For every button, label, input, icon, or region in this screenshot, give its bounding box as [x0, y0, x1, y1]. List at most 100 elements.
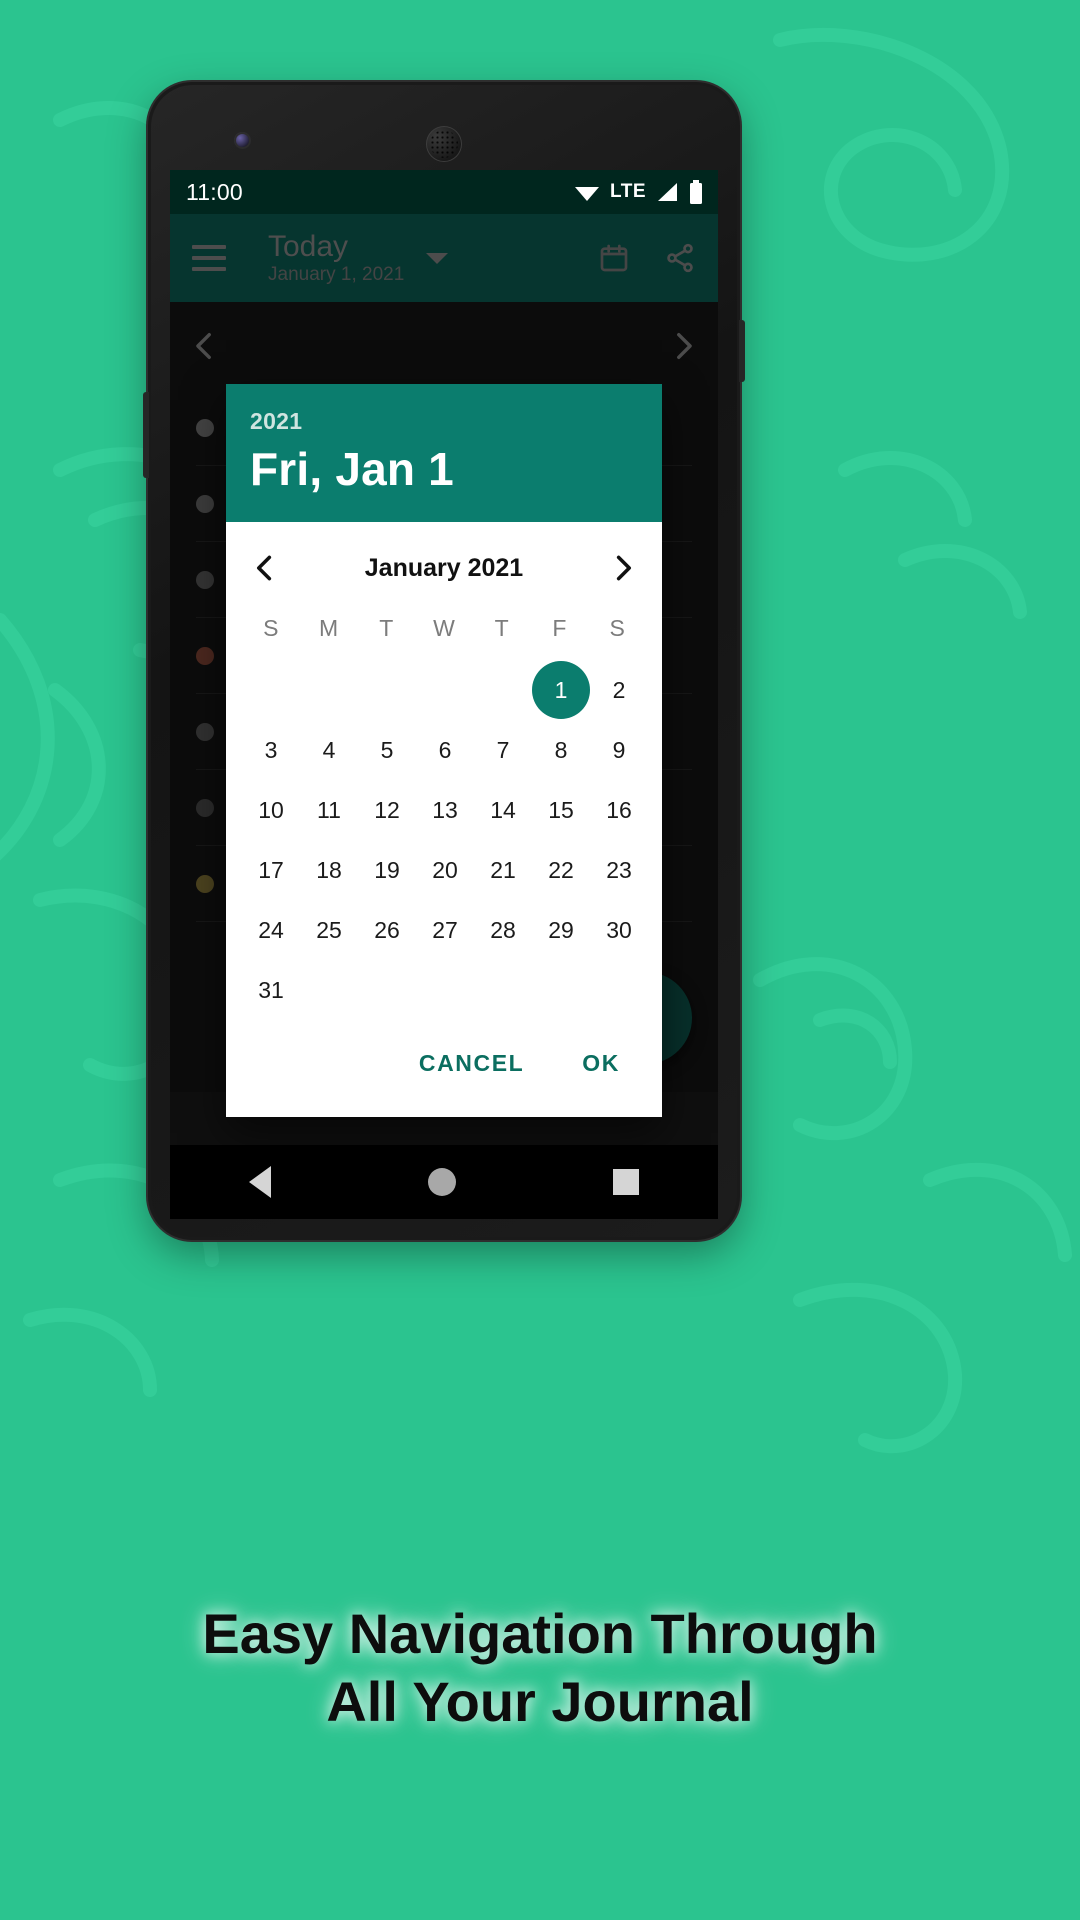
next-month-chevron-right-icon[interactable] — [608, 553, 638, 583]
phone-screen: 11:00 LTE Today January 1, 2021 2021 Fri… — [170, 170, 718, 1145]
selected-year-label[interactable]: 2021 — [250, 408, 638, 435]
calendar-day-cell[interactable]: 13 — [416, 780, 474, 840]
signal-icon — [658, 183, 677, 201]
calendar-day-cell[interactable]: 10 — [242, 780, 300, 840]
calendar-day-cell[interactable]: 29 — [532, 900, 590, 960]
calendar-day-empty — [358, 960, 416, 1020]
calendar-day-cell[interactable]: 28 — [474, 900, 532, 960]
calendar-day-label: 25 — [316, 916, 342, 943]
calendar-day-label — [474, 961, 532, 1019]
current-month-label: January 2021 — [364, 553, 524, 582]
calendar-day-label — [474, 661, 532, 719]
calendar-day-empty — [474, 660, 532, 720]
calendar-day-cell[interactable]: 3 — [242, 720, 300, 780]
calendar-day-cell[interactable]: 24 — [242, 900, 300, 960]
lte-label: LTE — [610, 181, 646, 202]
calendar-day-label: 21 — [490, 856, 516, 883]
square-recents-icon[interactable] — [613, 1169, 640, 1195]
calendar-day-label: 17 — [258, 856, 284, 883]
calendar-day-cell[interactable]: 17 — [242, 840, 300, 900]
calendar-day-cell[interactable]: 21 — [474, 840, 532, 900]
weekday-header-row: SMTWTFS — [242, 602, 646, 654]
calendar-day-cell[interactable]: 19 — [358, 840, 416, 900]
calendar-day-label: 13 — [432, 796, 458, 823]
calendar-day-cell[interactable]: 18 — [300, 840, 358, 900]
calendar-day-cell[interactable]: 6 — [416, 720, 474, 780]
calendar-week-row: 3 4 5 6 7 8 9 — [242, 720, 646, 780]
calendar-week-row: 12 — [242, 660, 646, 720]
calendar-day-label: 26 — [374, 916, 400, 943]
calendar-day-label: 15 — [548, 796, 574, 823]
calendar-day-cell[interactable]: 31 — [242, 960, 300, 1020]
calendar-day-cell[interactable]: 15 — [532, 780, 590, 840]
calendar-day-cell[interactable]: 2 — [590, 660, 648, 720]
calendar-day-label — [358, 661, 416, 719]
ok-button[interactable]: OK — [560, 1036, 642, 1091]
calendar-day-cell[interactable]: 20 — [416, 840, 474, 900]
calendar-day-label: 5 — [380, 736, 394, 763]
calendar-day-cell[interactable]: 8 — [532, 720, 590, 780]
calendar-day-empty — [358, 660, 416, 720]
calendar-day-label: 30 — [606, 916, 632, 943]
calendar-day-empty — [416, 660, 474, 720]
calendar-day-label: 24 — [258, 916, 284, 943]
earpiece-speaker-icon — [426, 126, 462, 162]
calendar-day-label — [532, 961, 590, 1019]
calendar-day-cell[interactable]: 22 — [532, 840, 590, 900]
status-bar-clock: 11:00 — [186, 178, 243, 205]
calendar-day-label: 16 — [606, 796, 632, 823]
calendar-week-row: 24 25 26 27 28 29 30 — [242, 900, 646, 960]
weekday-label: T — [379, 615, 394, 641]
calendar-day-cell[interactable]: 12 — [358, 780, 416, 840]
battery-icon — [690, 180, 702, 204]
triangle-back-icon[interactable] — [248, 1166, 271, 1198]
calendar-day-cell[interactable]: 25 — [300, 900, 358, 960]
calendar-week-row: 17 18 19 20 21 22 23 — [242, 840, 646, 900]
calendar-day-empty — [300, 960, 358, 1020]
calendar-day-label: 20 — [432, 856, 458, 883]
calendar-day-label: 28 — [490, 916, 516, 943]
calendar-day-label: 14 — [490, 796, 516, 823]
calendar-day-cell[interactable]: 23 — [590, 840, 648, 900]
calendar-day-label: 4 — [322, 736, 336, 763]
weekday-label: M — [318, 615, 339, 641]
circle-home-icon[interactable] — [427, 1168, 456, 1196]
volume-button[interactable] — [143, 392, 149, 478]
calendar-day-label: 18 — [316, 856, 342, 883]
calendar-day-label: 9 — [612, 736, 626, 763]
calendar-day-cell[interactable]: 11 — [300, 780, 358, 840]
calendar-day-selected[interactable]: 1 — [532, 660, 590, 720]
calendar-day-label: 8 — [554, 736, 568, 763]
calendar-day-cell[interactable]: 27 — [416, 900, 474, 960]
calendar-day-label: 29 — [548, 916, 574, 943]
calendar-day-label: 22 — [548, 856, 574, 883]
calendar-day-label: 31 — [258, 976, 284, 1003]
calendar-day-empty — [300, 660, 358, 720]
promo-caption: Easy Navigation Through All Your Journal — [0, 1600, 1080, 1737]
calendar-day-label — [300, 961, 358, 1019]
calendar-day-label — [416, 661, 474, 719]
selected-date-label[interactable]: Fri, Jan 1 — [250, 442, 638, 496]
calendar-day-cell[interactable]: 30 — [590, 900, 648, 960]
calendar-day-cell[interactable]: 7 — [474, 720, 532, 780]
weekday-label: W — [433, 615, 455, 641]
calendar-day-cell[interactable]: 16 — [590, 780, 648, 840]
calendar-day-cell[interactable]: 9 — [590, 720, 648, 780]
calendar-day-cell[interactable]: 26 — [358, 900, 416, 960]
calendar-day-label: 27 — [432, 916, 458, 943]
calendar-day-empty — [416, 960, 474, 1020]
calendar-day-cell[interactable]: 4 — [300, 720, 358, 780]
calendar-day-cell[interactable]: 14 — [474, 780, 532, 840]
calendar-day-label — [590, 961, 648, 1019]
weekday-label: S — [263, 615, 279, 641]
calendar-day-label: 1 — [532, 661, 590, 719]
status-bar-icons: LTE — [573, 180, 704, 204]
calendar-week-row: 31 — [242, 960, 646, 1020]
dialog-actions: CANCEL OK — [226, 1020, 662, 1117]
cancel-button[interactable]: CANCEL — [397, 1036, 546, 1091]
wifi-icon — [575, 187, 600, 201]
calendar-day-cell[interactable]: 5 — [358, 720, 416, 780]
previous-month-chevron-left-icon[interactable] — [250, 553, 280, 583]
power-button[interactable] — [739, 320, 745, 382]
month-navigation: January 2021 — [242, 536, 646, 600]
